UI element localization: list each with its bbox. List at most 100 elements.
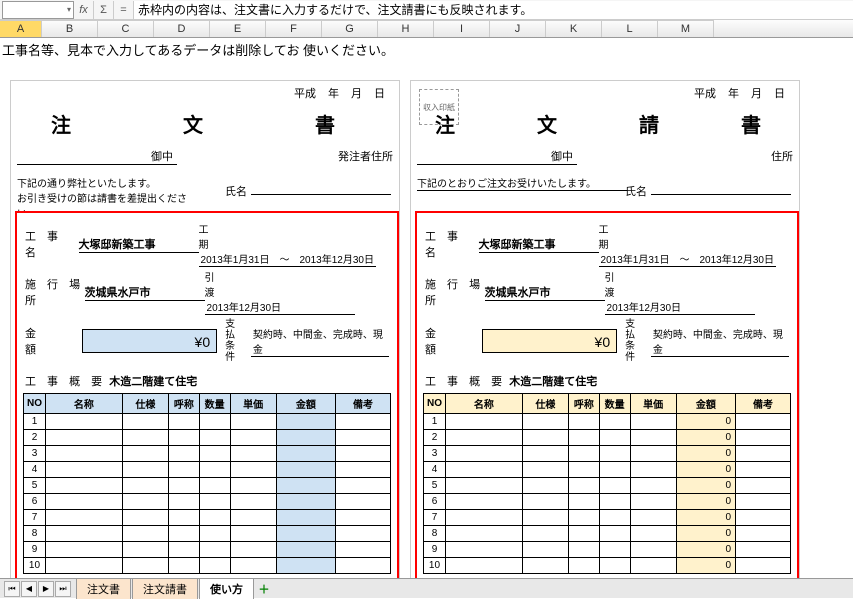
col-header-a[interactable]: A bbox=[0, 20, 42, 37]
table-row[interactable]: 6 bbox=[24, 494, 391, 510]
acc-shimei: 氏名 bbox=[625, 183, 791, 199]
name-box[interactable] bbox=[2, 1, 74, 19]
col-header: NO bbox=[424, 394, 446, 414]
worksheet[interactable]: 工事名等、見本で入力してあるデータは削除してお 使いください。 平成年月日 注 … bbox=[0, 38, 853, 578]
acc-site-label: 施 行 場 所 bbox=[425, 276, 485, 308]
col-header: 呼称 bbox=[569, 394, 600, 414]
acc-amount: ¥0 bbox=[482, 329, 617, 353]
revenue-stamp-box: 収入印紙 bbox=[419, 89, 459, 125]
acc-onchu: 御中 bbox=[417, 148, 577, 165]
col-header-d[interactable]: D bbox=[154, 20, 210, 37]
sheet-tab-bar: ⏮ ◀ ▶ ⏭ 注文書注文請書使い方 ＋ bbox=[0, 578, 853, 598]
tab-first-icon[interactable]: ⏮ bbox=[4, 581, 20, 597]
tab-next-icon[interactable]: ▶ bbox=[38, 581, 54, 597]
table-row: 80 bbox=[424, 526, 791, 542]
col-header-f[interactable]: F bbox=[266, 20, 322, 37]
acc-red-box: 工 事 名 大塚邸新築工事 工 期2013年1月31日 ～ 2013年12月30… bbox=[415, 211, 799, 578]
table-row: 90 bbox=[424, 542, 791, 558]
acc-delivery: 2013年12月30日 bbox=[605, 299, 755, 315]
tab-nav: ⏮ ◀ ▶ ⏭ bbox=[0, 581, 76, 597]
col-header: 単価 bbox=[230, 394, 276, 414]
acc-note1: 下記のとおりご注文お受けいたします。 bbox=[417, 175, 627, 191]
col-header-l[interactable]: L bbox=[602, 20, 658, 37]
sigma-button[interactable]: Σ bbox=[94, 1, 114, 19]
col-header-m[interactable]: M bbox=[658, 20, 714, 37]
col-header-i[interactable]: I bbox=[434, 20, 490, 37]
table-row: 10 bbox=[424, 414, 791, 430]
order-project[interactable]: 大塚邸新築工事 bbox=[79, 236, 199, 253]
sheet-tab[interactable]: 注文請書 bbox=[132, 578, 198, 599]
acc-site: 茨城県水戸市 bbox=[485, 284, 605, 301]
acc-item-table: NO名称仕様呼称数量単価金額備考 102030405060708090100 bbox=[423, 393, 791, 574]
acc-pay: 契約時、中間金、完成時、現金 bbox=[651, 326, 789, 357]
table-row[interactable]: 9 bbox=[24, 542, 391, 558]
acc-project-label: 工 事 名 bbox=[425, 228, 479, 260]
col-header: 金額 bbox=[676, 394, 735, 414]
col-header: 単価 bbox=[630, 394, 676, 414]
order-date-row: 平成年月日 bbox=[11, 81, 399, 103]
table-row[interactable]: 7 bbox=[24, 510, 391, 526]
acc-period: 2013年1月31日 ～ 2013年12月30日 bbox=[599, 251, 776, 267]
order-onchu: 御中 bbox=[17, 148, 177, 165]
order-amount-label: 金 額 bbox=[25, 325, 82, 357]
add-sheet-button[interactable]: ＋ bbox=[255, 581, 273, 597]
sheet-tab[interactable]: 注文書 bbox=[76, 578, 131, 599]
order-site[interactable]: 茨城県水戸市 bbox=[85, 284, 205, 301]
col-header: 備考 bbox=[336, 394, 391, 414]
instruction-text: 工事名等、見本で入力してあるデータは削除してお 使いください。 bbox=[2, 40, 394, 59]
table-row: 20 bbox=[424, 430, 791, 446]
table-row: 60 bbox=[424, 494, 791, 510]
order-red-box: 工 事 名 大塚邸新築工事 工 期2013年1月31日 ～ 2013年12月30… bbox=[15, 211, 399, 578]
col-header: 仕様 bbox=[122, 394, 168, 414]
col-header: 数量 bbox=[199, 394, 230, 414]
table-row[interactable]: 4 bbox=[24, 462, 391, 478]
order-delivery[interactable]: 2013年12月30日 bbox=[205, 299, 355, 315]
acceptance-doc: 収入印紙 平成年月日 注 文 請 書 御中 住所 下記のとおりご注文お受けいたし… bbox=[410, 80, 800, 578]
order-shimei: 氏名 bbox=[225, 183, 391, 199]
col-header: 金額 bbox=[276, 394, 335, 414]
col-header: NO bbox=[24, 394, 46, 414]
acc-amount-label: 金 額 bbox=[425, 325, 482, 357]
col-header-b[interactable]: B bbox=[42, 20, 98, 37]
order-pay[interactable]: 契約時、中間金、完成時、現金 bbox=[251, 326, 389, 357]
formula-input[interactable] bbox=[134, 1, 853, 19]
table-row: 100 bbox=[424, 558, 791, 574]
order-project-label: 工 事 名 bbox=[25, 228, 79, 260]
col-header-k[interactable]: K bbox=[546, 20, 602, 37]
col-header: 仕様 bbox=[522, 394, 568, 414]
sheet-tab[interactable]: 使い方 bbox=[199, 578, 254, 599]
order-summary[interactable]: 木造二階建て住宅 bbox=[109, 376, 197, 388]
order-period[interactable]: 2013年1月31日 ～ 2013年12月30日 bbox=[199, 251, 376, 267]
table-row[interactable]: 2 bbox=[24, 430, 391, 446]
col-header: 数量 bbox=[599, 394, 630, 414]
col-header-e[interactable]: E bbox=[210, 20, 266, 37]
col-header: 名称 bbox=[445, 394, 522, 414]
equals-button[interactable]: = bbox=[114, 1, 134, 19]
tab-last-icon[interactable]: ⏭ bbox=[55, 581, 71, 597]
col-header-c[interactable]: C bbox=[98, 20, 154, 37]
acc-summary: 木造二階建て住宅 bbox=[509, 376, 597, 388]
tab-prev-icon[interactable]: ◀ bbox=[21, 581, 37, 597]
table-row[interactable]: 3 bbox=[24, 446, 391, 462]
fx-button[interactable]: fx bbox=[74, 1, 94, 19]
col-header-j[interactable]: J bbox=[490, 20, 546, 37]
table-row: 70 bbox=[424, 510, 791, 526]
order-issuer-label: 発注者住所 bbox=[338, 148, 393, 165]
col-header: 名称 bbox=[45, 394, 122, 414]
table-row[interactable]: 8 bbox=[24, 526, 391, 542]
order-site-label: 施 行 場 所 bbox=[25, 276, 85, 308]
formula-bar: fx Σ = bbox=[0, 0, 853, 20]
table-row: 30 bbox=[424, 446, 791, 462]
order-item-table[interactable]: NO名称仕様呼称数量単価金額備考 12345678910 bbox=[23, 393, 391, 574]
col-header-g[interactable]: G bbox=[322, 20, 378, 37]
table-row[interactable]: 10 bbox=[24, 558, 391, 574]
table-row[interactable]: 1 bbox=[24, 414, 391, 430]
acc-date-row: 平成年月日 bbox=[411, 81, 799, 103]
order-title: 注 文 書 bbox=[11, 103, 399, 148]
col-header: 備考 bbox=[736, 394, 791, 414]
column-headers: A B C D E F G H I J K L M bbox=[0, 20, 853, 38]
order-amount[interactable]: ¥0 bbox=[82, 329, 217, 353]
table-row[interactable]: 5 bbox=[24, 478, 391, 494]
acc-title: 注 文 請 書 bbox=[411, 103, 799, 148]
col-header-h[interactable]: H bbox=[378, 20, 434, 37]
